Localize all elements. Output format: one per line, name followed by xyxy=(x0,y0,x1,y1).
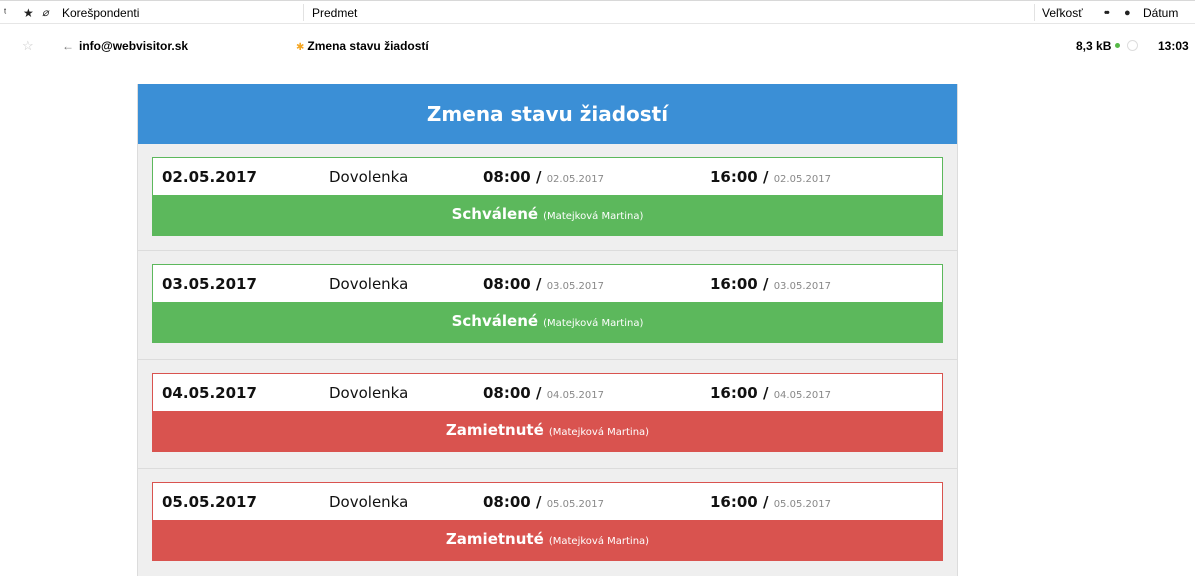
request-date: 02.05.2017 xyxy=(162,168,257,186)
attachment-column-icon[interactable]: ⌀ xyxy=(42,6,49,20)
status-label: Schválené xyxy=(451,312,539,330)
new-message-icon: ✱ xyxy=(296,42,305,53)
request-section: 04.05.2017 Dovolenka 08:00 / 04.05.2017 … xyxy=(138,359,957,468)
request-start: 08:00 / 05.05.2017 xyxy=(483,493,604,511)
status-bar: Schválené (Matejková Martina) xyxy=(153,302,942,342)
request-type: Dovolenka xyxy=(329,384,409,402)
star-icon[interactable]: ☆ xyxy=(22,39,34,53)
request-section: 02.05.2017 Dovolenka 08:00 / 02.05.2017 … xyxy=(138,144,957,250)
request-details: 04.05.2017 Dovolenka 08:00 / 04.05.2017 … xyxy=(153,374,942,412)
start-time: 08:00 xyxy=(483,384,531,402)
request-card: 02.05.2017 Dovolenka 08:00 / 02.05.2017 … xyxy=(152,157,943,236)
end-date: 04.05.2017 xyxy=(773,390,831,401)
request-card: 05.05.2017 Dovolenka 08:00 / 05.05.2017 … xyxy=(152,482,943,561)
request-date: 04.05.2017 xyxy=(162,384,257,402)
request-date: 03.05.2017 xyxy=(162,275,257,293)
request-type: Dovolenka xyxy=(329,275,409,293)
column-divider[interactable] xyxy=(303,4,304,21)
end-date: 05.05.2017 xyxy=(773,499,831,510)
request-end: 16:00 / 05.05.2017 xyxy=(710,493,831,511)
request-card: 03.05.2017 Dovolenka 08:00 / 03.05.2017 … xyxy=(152,264,943,343)
start-time: 08:00 xyxy=(483,493,531,511)
status-bar: Schválené (Matejková Martina) xyxy=(153,195,942,235)
correspondents-column-header[interactable]: Korešpondenti xyxy=(62,6,139,20)
unread-dot-icon[interactable] xyxy=(1115,43,1121,48)
request-details: 02.05.2017 Dovolenka 08:00 / 02.05.2017 … xyxy=(153,158,942,196)
message-sender: info@webvisitor.sk xyxy=(79,39,189,53)
start-date: 04.05.2017 xyxy=(546,390,604,401)
start-date: 03.05.2017 xyxy=(546,281,604,292)
message-time: 13:03 xyxy=(1158,39,1189,53)
size-column-header[interactable]: Veľkosť xyxy=(1042,6,1083,20)
message-row[interactable]: ☆ ← info@webvisitor.sk ✱ Zmena stavu žiado… xyxy=(0,36,1195,56)
request-card: 04.05.2017 Dovolenka 08:00 / 04.05.2017 … xyxy=(152,373,943,452)
request-start: 08:00 / 04.05.2017 xyxy=(483,384,604,402)
thread-column-icon[interactable]: ᵗ xyxy=(4,6,6,20)
status-label: Zamietnuté xyxy=(445,421,544,439)
request-type: Dovolenka xyxy=(329,493,409,511)
request-date: 05.05.2017 xyxy=(162,493,257,511)
start-date: 05.05.2017 xyxy=(546,499,604,510)
junk-status-column-icon[interactable]: ● xyxy=(1124,6,1131,20)
request-details: 05.05.2017 Dovolenka 08:00 / 05.05.2017 … xyxy=(153,483,942,521)
end-time: 16:00 xyxy=(710,275,758,293)
email-title: Zmena stavu žiadostí xyxy=(138,84,957,144)
request-end: 16:00 / 02.05.2017 xyxy=(710,168,831,186)
approver-name: (Matejková Martina) xyxy=(543,318,644,329)
status-bar: Zamietnuté (Matejková Martina) xyxy=(153,520,942,560)
replied-arrow-icon: ← xyxy=(62,39,74,53)
start-time: 08:00 xyxy=(483,168,531,186)
status-label: Schválené xyxy=(451,205,539,223)
request-end: 16:00 / 03.05.2017 xyxy=(710,275,831,293)
start-date: 02.05.2017 xyxy=(546,174,604,185)
request-details: 03.05.2017 Dovolenka 08:00 / 03.05.2017 … xyxy=(153,265,942,303)
request-section: 05.05.2017 Dovolenka 08:00 / 05.05.2017 … xyxy=(138,468,957,577)
email-body: Zmena stavu žiadostí 02.05.2017 Dovolenk… xyxy=(137,84,958,576)
junk-status-icon[interactable] xyxy=(1127,39,1138,53)
end-date: 02.05.2017 xyxy=(773,174,831,185)
column-divider[interactable] xyxy=(1034,4,1035,21)
status-label: Zamietnuté xyxy=(445,530,544,548)
message-list-header: ᵗ ★ ⌀ Korešpondenti Predmet Veľkosť •• ●… xyxy=(0,0,1195,24)
approver-name: (Matejková Martina) xyxy=(548,427,650,438)
request-section: 03.05.2017 Dovolenka 08:00 / 03.05.2017 … xyxy=(138,250,957,359)
star-column-icon[interactable]: ★ xyxy=(23,6,34,20)
end-date: 03.05.2017 xyxy=(773,281,831,292)
request-start: 08:00 / 02.05.2017 xyxy=(483,168,604,186)
request-start: 08:00 / 03.05.2017 xyxy=(483,275,604,293)
date-column-header[interactable]: Dátum xyxy=(1143,6,1178,20)
approver-name: (Matejková Martina) xyxy=(548,536,650,547)
message-subject: Zmena stavu žiadostí xyxy=(307,39,429,53)
end-time: 16:00 xyxy=(710,384,758,402)
read-status-column-icon[interactable]: •• xyxy=(1104,6,1110,20)
message-size: 8,3 kB xyxy=(1076,39,1112,53)
end-time: 16:00 xyxy=(710,168,758,186)
subject-column-header[interactable]: Predmet xyxy=(312,6,357,20)
start-time: 08:00 xyxy=(483,275,531,293)
end-time: 16:00 xyxy=(710,493,758,511)
approver-name: (Matejková Martina) xyxy=(543,211,644,222)
status-bar: Zamietnuté (Matejková Martina) xyxy=(153,411,942,451)
request-end: 16:00 / 04.05.2017 xyxy=(710,384,831,402)
request-type: Dovolenka xyxy=(329,168,409,186)
